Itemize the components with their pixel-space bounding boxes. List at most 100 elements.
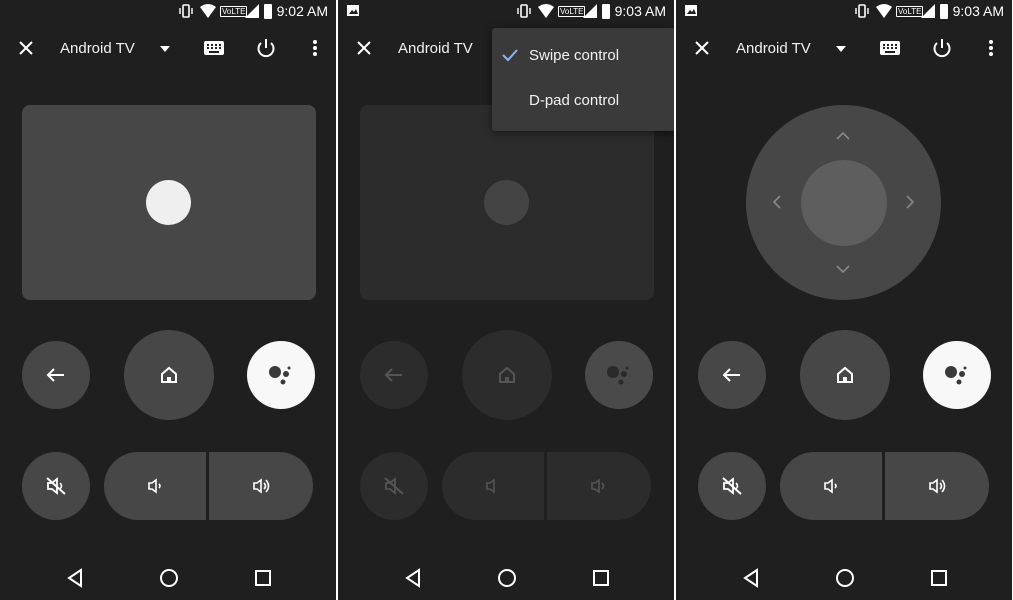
close-icon[interactable]: [18, 40, 34, 56]
status-bar: VoLTE 9:03 AM: [676, 0, 1012, 24]
device-title[interactable]: Android TV: [60, 40, 135, 57]
mute-icon: [722, 477, 742, 495]
dpad-right-icon[interactable]: [905, 194, 915, 210]
wifi-icon: [200, 4, 216, 18]
status-time: 9:02 AM: [276, 3, 328, 19]
nav-home-icon[interactable]: [159, 568, 179, 588]
system-nav-bar: [676, 560, 1012, 596]
nav-recents-icon[interactable]: [930, 569, 948, 587]
menu-item-dpad-control[interactable]: D-pad control: [492, 79, 674, 124]
back-button[interactable]: [698, 341, 766, 409]
back-button[interactable]: [22, 341, 90, 409]
image-notification-icon: [347, 5, 359, 16]
assistant-button[interactable]: [585, 341, 653, 409]
volume-up-icon: [591, 478, 605, 494]
dpad-down-icon[interactable]: [835, 264, 851, 274]
nav-back-icon[interactable]: [742, 568, 760, 588]
home-button[interactable]: [800, 330, 890, 420]
power-icon[interactable]: [932, 37, 952, 59]
remote-panel-menu: VoLTE 9:03 AM Android TV Swipe control D…: [338, 0, 674, 600]
vibrate-icon: [179, 4, 193, 18]
assistant-button[interactable]: [923, 341, 991, 409]
back-arrow-icon: [722, 368, 740, 382]
home-icon: [837, 366, 853, 383]
menu-item-swipe-control[interactable]: Swipe control: [492, 34, 674, 79]
vibrate-icon: [855, 4, 869, 18]
volume-down-button[interactable]: [104, 452, 206, 520]
back-button[interactable]: [360, 341, 428, 409]
swipe-touchpad[interactable]: [360, 105, 654, 300]
volume-down-icon: [486, 478, 495, 494]
touch-indicator: [146, 180, 191, 225]
top-app-bar: Android TV: [676, 24, 1012, 74]
volume-down-icon: [148, 478, 161, 494]
power-icon[interactable]: [256, 37, 276, 59]
remote-panel-dpad: VoLTE 9:03 AM Android TV: [676, 0, 1012, 600]
dpad: [746, 105, 941, 300]
wifi-icon: [538, 4, 554, 18]
volume-up-button[interactable]: [547, 452, 651, 520]
dropdown-arrow-icon[interactable]: [835, 45, 847, 53]
volume-down-icon: [824, 478, 837, 494]
google-assistant-icon: [945, 366, 967, 385]
status-bar: VoLTE 9:03 AM: [338, 0, 674, 24]
home-icon: [161, 366, 177, 383]
remote-panel-swipe: VoLTE 9:02 AM Android TV: [0, 0, 336, 600]
device-title[interactable]: Android TV: [398, 40, 473, 57]
system-nav-bar: [0, 560, 336, 596]
nav-back-icon[interactable]: [66, 568, 84, 588]
volume-up-button[interactable]: [209, 452, 313, 520]
device-title[interactable]: Android TV: [736, 40, 811, 57]
menu-item-label: D-pad control: [529, 92, 620, 109]
assistant-button[interactable]: [247, 341, 315, 409]
top-app-bar: Android TV: [0, 24, 336, 74]
signal-icon: [921, 4, 935, 18]
dpad-left-icon[interactable]: [772, 194, 782, 210]
check-icon: [502, 49, 518, 62]
swipe-touchpad[interactable]: [22, 105, 316, 300]
mute-button[interactable]: [360, 452, 428, 520]
dpad-center-button[interactable]: [801, 160, 887, 246]
volume-up-button[interactable]: [885, 452, 989, 520]
google-assistant-icon: [269, 366, 291, 385]
google-assistant-icon: [607, 366, 629, 385]
nav-home-icon[interactable]: [497, 568, 517, 588]
mute-button[interactable]: [22, 452, 90, 520]
nav-back-icon[interactable]: [404, 568, 422, 588]
volume-up-icon: [253, 478, 270, 494]
volume-down-button[interactable]: [442, 452, 544, 520]
status-time: 9:03 AM: [614, 3, 666, 19]
volume-up-icon: [929, 478, 946, 494]
close-icon[interactable]: [356, 40, 372, 56]
system-nav-bar: [338, 560, 674, 596]
home-button[interactable]: [124, 330, 214, 420]
touch-indicator: [484, 180, 529, 225]
volume-down-button[interactable]: [780, 452, 882, 520]
signal-icon: [583, 4, 597, 18]
status-time: 9:03 AM: [952, 3, 1004, 19]
mute-icon: [384, 477, 404, 495]
close-icon[interactable]: [694, 40, 710, 56]
home-icon: [499, 366, 515, 383]
image-notification-icon: [685, 5, 697, 16]
dropdown-arrow-icon[interactable]: [159, 45, 171, 53]
mute-button[interactable]: [698, 452, 766, 520]
control-mode-menu: Swipe control D-pad control: [492, 28, 674, 131]
status-bar: VoLTE 9:02 AM: [0, 0, 336, 24]
battery-icon: [940, 4, 948, 19]
nav-home-icon[interactable]: [835, 568, 855, 588]
home-button[interactable]: [462, 330, 552, 420]
mute-icon: [46, 477, 66, 495]
menu-item-label: Swipe control: [529, 47, 620, 64]
more-vert-icon[interactable]: [988, 39, 994, 57]
more-vert-icon[interactable]: [312, 39, 318, 57]
nav-recents-icon[interactable]: [254, 569, 272, 587]
back-arrow-icon: [46, 368, 64, 382]
keyboard-icon[interactable]: [203, 40, 225, 56]
dpad-up-icon[interactable]: [835, 131, 851, 141]
signal-icon: [245, 4, 259, 18]
wifi-icon: [876, 4, 892, 18]
nav-recents-icon[interactable]: [592, 569, 610, 587]
keyboard-icon[interactable]: [879, 40, 901, 56]
vibrate-icon: [517, 4, 531, 18]
